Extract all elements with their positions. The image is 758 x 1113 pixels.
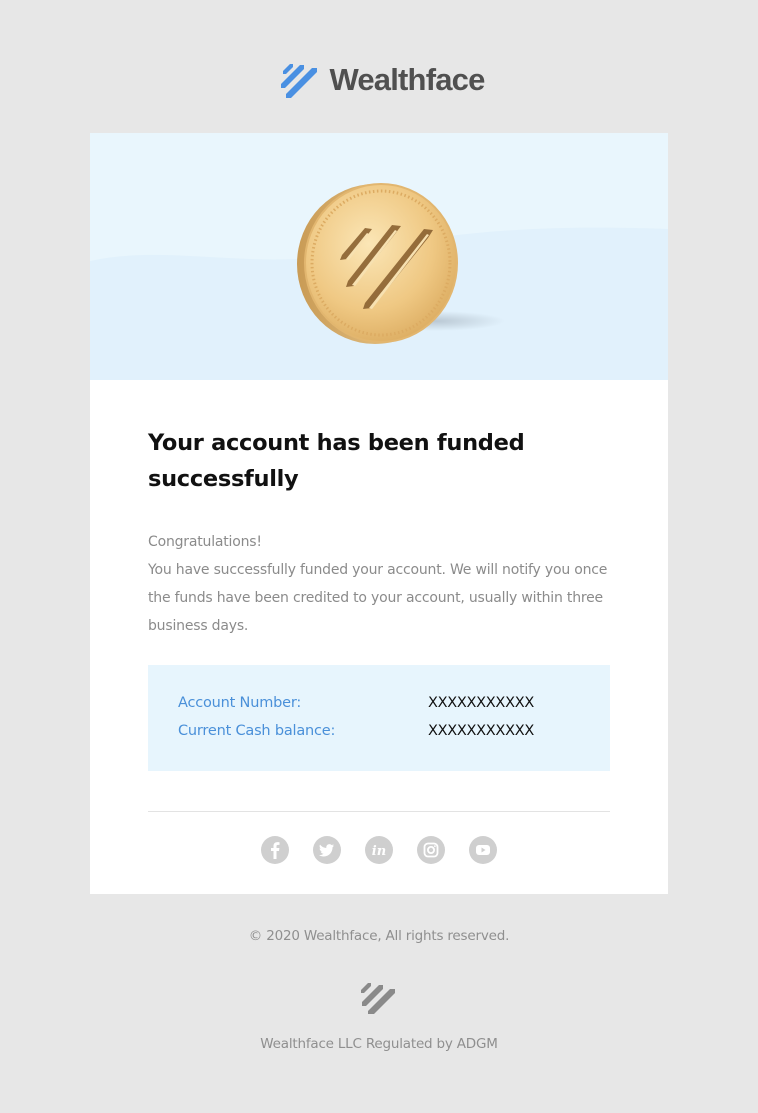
email-card: Your account has been funded successfull… bbox=[90, 133, 668, 894]
account-number-value: XXXXXXXXXXX bbox=[428, 695, 534, 711]
account-number-label: Account Number: bbox=[178, 695, 302, 711]
gold-coin-illustration bbox=[90, 183, 668, 380]
youtube-icon[interactable] bbox=[469, 836, 497, 864]
facebook-icon[interactable] bbox=[261, 836, 289, 864]
greeting: Congratulations! bbox=[148, 534, 262, 550]
regulation-text: Wealthface LLC Regulated by ADGM bbox=[260, 1036, 498, 1052]
account-number-row: Account Number: XXXXXXXXXXX bbox=[178, 689, 598, 717]
svg-text:in: in bbox=[372, 844, 386, 859]
message-body: Congratulations! You have successfully f… bbox=[148, 528, 618, 640]
divider bbox=[148, 811, 610, 812]
wealthface-logo-icon bbox=[281, 64, 318, 98]
copyright-text: © 2020 Wealthface, All rights reserved. bbox=[248, 928, 510, 944]
account-info-box: Account Number: XXXXXXXXXXX Current Cash… bbox=[148, 665, 610, 771]
linkedin-icon[interactable]: in bbox=[365, 836, 393, 864]
hero-banner bbox=[90, 133, 668, 380]
brand-header: Wealthface bbox=[0, 58, 758, 100]
cash-balance-label: Current Cash balance: bbox=[178, 723, 336, 739]
body-paragraph: You have successfully funded your accoun… bbox=[148, 562, 608, 634]
social-links: in bbox=[90, 836, 668, 866]
brand-name: Wealthface bbox=[329, 62, 485, 97]
headline: Your account has been funded successfull… bbox=[148, 430, 525, 492]
twitter-icon[interactable] bbox=[313, 836, 341, 864]
cash-balance-value: XXXXXXXXXXX bbox=[428, 723, 534, 739]
cash-balance-row: Current Cash balance: XXXXXXXXXXX bbox=[178, 717, 598, 745]
instagram-icon[interactable] bbox=[417, 836, 445, 864]
wealthface-footer-logo-icon bbox=[361, 983, 395, 1014]
